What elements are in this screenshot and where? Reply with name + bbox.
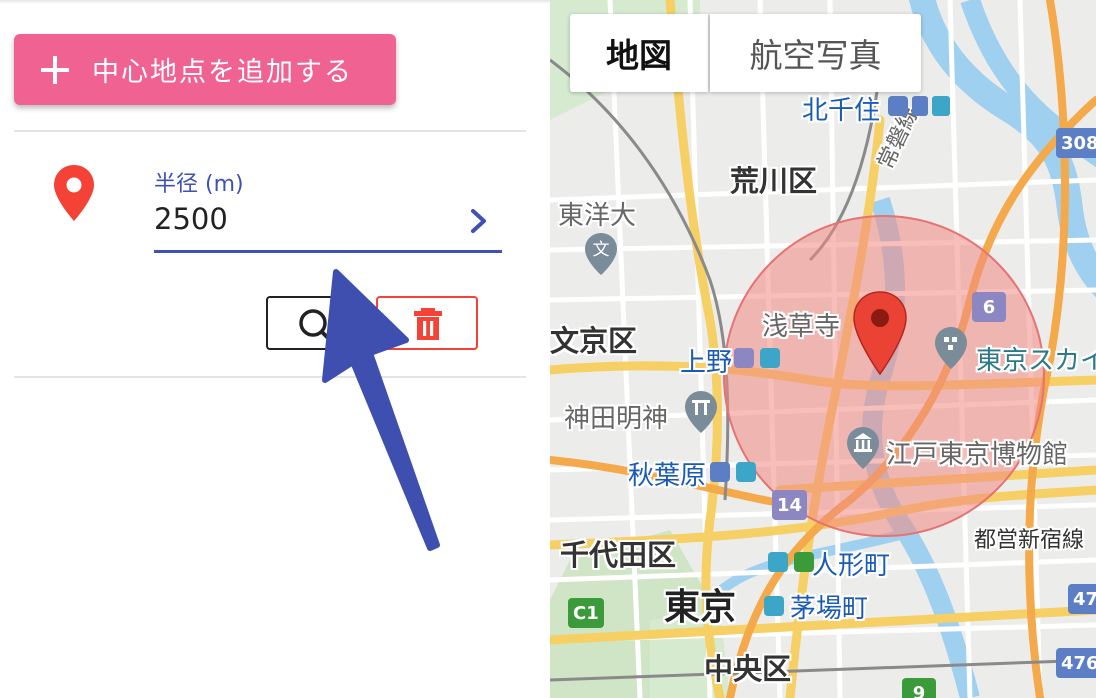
route-shield: 47 bbox=[1068, 584, 1096, 614]
map-label: 北千住 bbox=[802, 96, 881, 126]
map-label: 文京区 bbox=[550, 324, 638, 358]
map-label: 江戸東京博物館 bbox=[886, 440, 1069, 470]
shrine-poi-icon[interactable] bbox=[684, 390, 718, 434]
map-label: 人形町 bbox=[812, 551, 891, 581]
route-shield: 9 bbox=[902, 678, 936, 698]
add-center-point-button[interactable]: 中心地点を追加する bbox=[14, 34, 396, 105]
route-shield: C1 bbox=[568, 598, 604, 628]
map-type-satellite-button[interactable]: 航空写真 bbox=[710, 14, 921, 92]
divider bbox=[14, 130, 526, 132]
svg-text:文: 文 bbox=[593, 240, 610, 260]
chevron-right-icon[interactable] bbox=[468, 208, 490, 234]
map-label: 中央区 bbox=[704, 652, 792, 686]
radius-input-underline bbox=[154, 250, 502, 253]
station-icon bbox=[710, 462, 756, 482]
map-label: 東京スカイ bbox=[976, 346, 1096, 376]
top-shadow bbox=[0, 0, 550, 4]
route-shield: 14 bbox=[772, 490, 808, 520]
map-label: 神田明神 bbox=[564, 404, 669, 434]
route-shield: 308 bbox=[1056, 128, 1096, 158]
radius-label: 半径 (m) bbox=[154, 172, 244, 197]
map-label: 茅場町 bbox=[790, 594, 869, 624]
station-icon bbox=[768, 552, 814, 572]
control-panel: 中心地点を追加する 半径 (m) 2500 bbox=[0, 0, 550, 698]
route-shield: 476 bbox=[1056, 648, 1096, 678]
map-label: 上野 bbox=[680, 348, 733, 378]
museum-poi-icon[interactable] bbox=[846, 426, 880, 470]
location-pin-icon bbox=[54, 165, 94, 221]
add-center-point-label: 中心地点を追加する bbox=[92, 57, 353, 88]
map-label: 東洋大 bbox=[558, 201, 637, 231]
landmark-poi-icon[interactable] bbox=[934, 326, 968, 370]
map-label: 荒川区 bbox=[730, 164, 818, 198]
station-icon bbox=[734, 348, 780, 368]
map-label: 東京 bbox=[664, 587, 737, 628]
map-type-map-button[interactable]: 地図 bbox=[570, 14, 708, 92]
station-icon bbox=[764, 596, 784, 616]
map-label: 千代田区 bbox=[560, 538, 677, 572]
center-point-marker-icon[interactable] bbox=[852, 290, 908, 376]
map-view[interactable]: 地図 航空写真 北千住 荒川区 東洋大 常磐線 文京区 浅草寺 上野 東京スカイ… bbox=[550, 0, 1096, 698]
station-icon bbox=[888, 96, 950, 116]
plus-icon bbox=[40, 55, 70, 85]
map-label: 都営新宿線 bbox=[974, 528, 1085, 553]
university-poi-icon[interactable]: 文 bbox=[584, 232, 618, 276]
map-label: 秋葉原 bbox=[628, 461, 707, 491]
pointer-arrow-annotation bbox=[322, 269, 440, 551]
radius-input[interactable]: 2500 bbox=[154, 202, 228, 236]
map-label: 浅草寺 bbox=[762, 312, 841, 342]
route-shield: 6 bbox=[972, 292, 1006, 322]
